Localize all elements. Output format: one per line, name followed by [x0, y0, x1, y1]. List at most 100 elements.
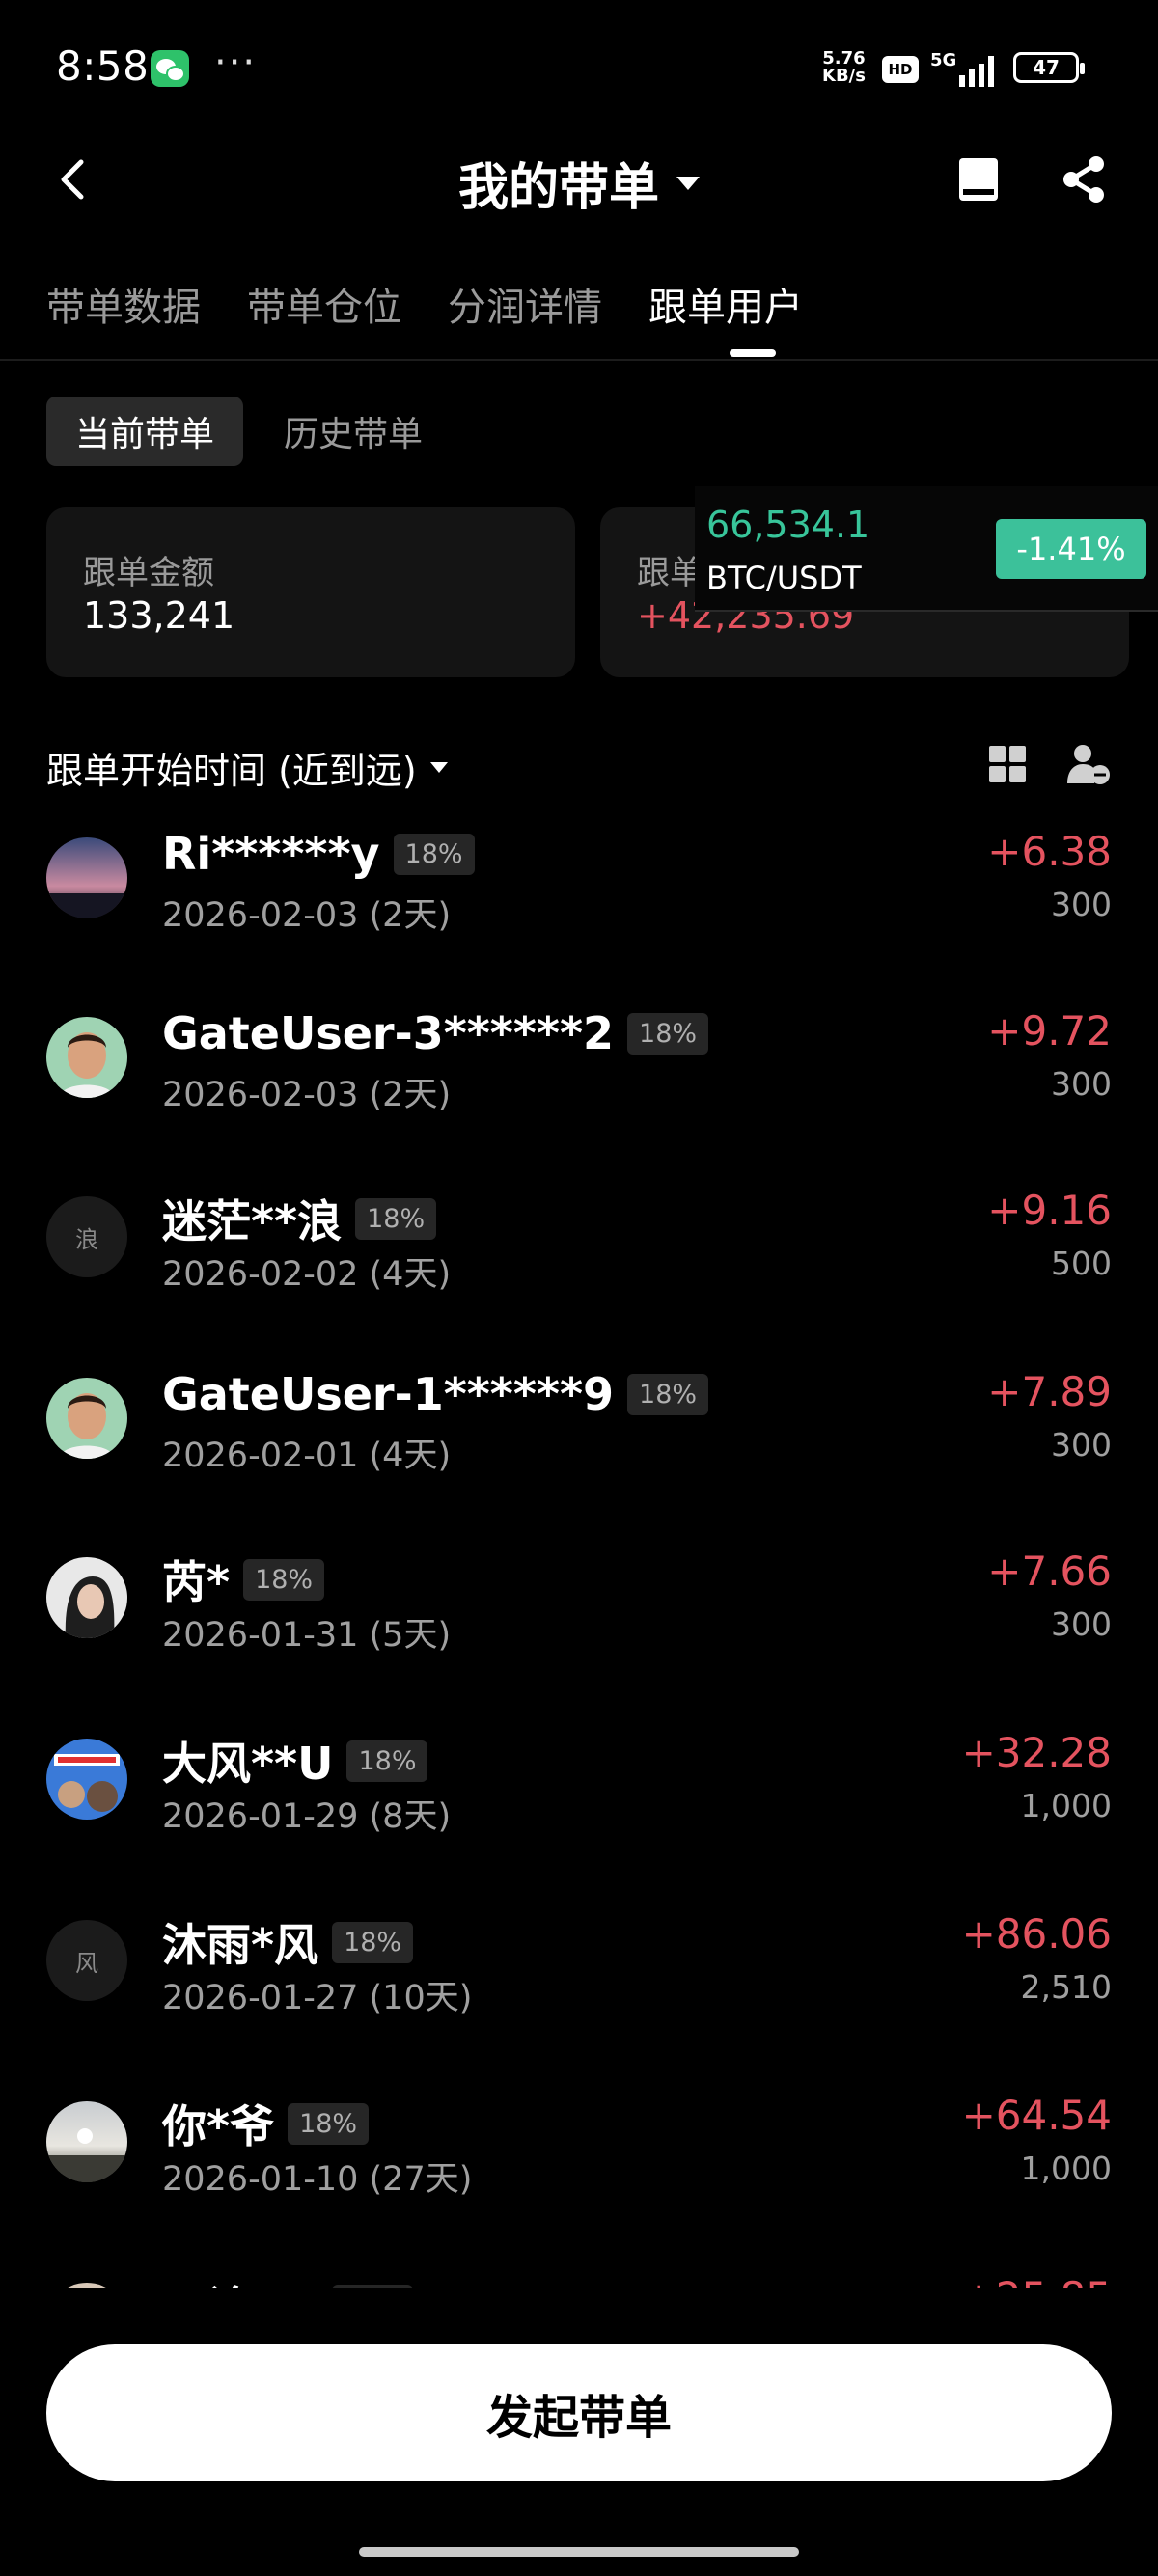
user-name: GateUser-1******9 18% [162, 1368, 709, 1420]
profit-share-badge: 18% [243, 1558, 325, 1601]
tab-positions[interactable]: 带单仓位 [247, 276, 401, 332]
guide-book-icon[interactable] [957, 156, 1000, 203]
user-avatar [46, 2101, 127, 2182]
user-amount: 300 [1051, 1426, 1112, 1464]
tab-trading-data[interactable]: 带单数据 [46, 276, 201, 332]
ticker-change-badge: -1.41% [996, 519, 1146, 579]
user-name: 芮* 18% [162, 1548, 325, 1611]
ticker-pair: BTC/USDT [706, 560, 862, 596]
remove-follower-icon[interactable] [1065, 743, 1112, 785]
user-pnl: +6.38 [987, 828, 1112, 875]
subtab-current[interactable]: 当前带单 [46, 397, 243, 466]
follow-date: 2026-02-03 (2天) [162, 1076, 452, 1114]
user-pnl: +9.16 [987, 1187, 1112, 1234]
user-avatar [46, 1017, 127, 1098]
sort-dropdown[interactable]: 跟单开始时间 (近到远) [46, 741, 448, 794]
subtab-history[interactable]: 历史带单 [284, 397, 423, 466]
user-amount: 300 [1051, 886, 1112, 923]
user-amount: 1,000 [1020, 2150, 1112, 2187]
profit-share-badge: 18% [346, 1740, 428, 1782]
start-copy-trading-button[interactable]: 发起带单 [46, 2344, 1112, 2481]
user-name-text: GateUser-1******9 [162, 1368, 615, 1420]
follow-date: 2026-02-01 (4天) [162, 1437, 452, 1475]
status-time: 8:58 [56, 42, 150, 90]
list-item[interactable]: Ri******y 18% 2026-02-03 (2天) +6.38 300 [0, 820, 1158, 1001]
user-name-text: Ri******y [162, 828, 380, 880]
user-name-text: 你*爷 [162, 2100, 275, 2152]
copy-amount-label: 跟单金额 [83, 554, 214, 592]
floating-price-ticker[interactable]: 66,534.1 BTC/USDT -1.41% [695, 486, 1158, 612]
active-tab-indicator [730, 349, 776, 357]
page-title-text: 我的带单 [457, 159, 659, 217]
sort-label: 跟单开始时间 (近到远) [46, 750, 417, 792]
user-avatar [46, 1557, 127, 1638]
list-item[interactable]: 大风**U 18% 2026-01-29 (8天) +32.28 1,000 [0, 1721, 1158, 1903]
main-tabs: 带单数据 带单仓位 分润详情 跟单用户 [46, 276, 803, 332]
copy-amount-value: 133,241 [83, 594, 235, 637]
user-name-text: 大风**U [162, 1738, 334, 1790]
user-name: 迷茫**浪 18% [162, 1187, 437, 1250]
profit-share-badge: 18% [627, 1012, 709, 1055]
follower-list: Ri******y 18% 2026-02-03 (2天) +6.38 300 … [0, 820, 1158, 2296]
user-name-text: 迷茫**浪 [162, 1195, 343, 1247]
user-avatar: 浪 [46, 1196, 127, 1277]
network-speed: 5.76 KB/s [822, 50, 866, 85]
follow-date: 2026-02-02 (4天) [162, 1255, 452, 1294]
user-pnl: +64.54 [961, 2092, 1112, 2139]
follow-date: 2026-02-03 (2天) [162, 896, 452, 935]
hd-voice-icon: HD [882, 56, 919, 83]
follow-date: 2026-01-31 (5天) [162, 1616, 452, 1655]
home-indicator[interactable] [359, 2547, 799, 2557]
title-dropdown-icon [676, 176, 700, 190]
user-amount: 1,000 [1020, 1787, 1112, 1824]
follow-date: 2026-01-29 (8天) [162, 1797, 452, 1836]
list-item[interactable]: 浪 迷茫**浪 18% 2026-02-02 (4天) +9.16 500 [0, 1179, 1158, 1360]
copy-amount-card: 跟单金额 133,241 [46, 507, 575, 677]
follow-date: 2026-01-10 (27天) [162, 2160, 473, 2199]
profit-share-badge: 18% [627, 1373, 709, 1415]
user-amount: 500 [1051, 1245, 1112, 1282]
list-item[interactable]: 你*爷 18% 2026-01-10 (27天) +64.54 1,000 [0, 2084, 1158, 2265]
user-name: GateUser-3******2 18% [162, 1007, 709, 1059]
user-name-text: 芮* [162, 1556, 231, 1608]
battery-icon: 47 [1013, 52, 1085, 83]
list-item[interactable]: 芮* 18% 2026-01-31 (5天) +7.66 300 [0, 1540, 1158, 1721]
list-item[interactable]: GateUser-1******9 18% 2026-02-01 (4天) +7… [0, 1360, 1158, 1542]
signal-strength-icon [959, 56, 994, 87]
bottom-bar-background [0, 2288, 1158, 2327]
wechat-notification-icon [151, 50, 189, 87]
user-pnl: +9.72 [987, 1007, 1112, 1055]
user-name: 大风**U 18% [162, 1729, 428, 1793]
user-name: Ri******y 18% [162, 828, 475, 880]
user-name: 沐雨*风 18% [162, 1910, 414, 1974]
user-amount: 300 [1051, 1065, 1112, 1103]
user-pnl: +32.28 [961, 1729, 1112, 1776]
list-item[interactable]: GateUser-3******2 18% 2026-02-03 (2天) +9… [0, 1000, 1158, 1181]
share-icon[interactable] [1060, 154, 1108, 205]
tab-followers[interactable]: 跟单用户 [648, 276, 803, 332]
user-name: 你*爷 18% [162, 2092, 370, 2155]
user-name-text: 沐雨*风 [162, 1919, 319, 1971]
more-notifications-icon: ··· [214, 41, 258, 85]
user-avatar [46, 837, 127, 918]
user-amount: 2,510 [1020, 1968, 1112, 2006]
user-amount: 300 [1051, 1605, 1112, 1643]
user-avatar [46, 1739, 127, 1820]
profit-share-badge: 18% [288, 2102, 370, 2145]
user-name-text: GateUser-3******2 [162, 1007, 615, 1059]
user-avatar: 风 [46, 1920, 127, 2001]
network-speed-unit: KB/s [822, 66, 866, 86]
profit-share-badge: 18% [332, 1921, 414, 1963]
grid-view-icon[interactable] [988, 745, 1027, 783]
user-pnl: +7.66 [987, 1548, 1112, 1595]
tab-profit-share[interactable]: 分润详情 [448, 276, 602, 332]
ticker-price: 66,534.1 [706, 504, 870, 546]
user-pnl: +86.06 [961, 1910, 1112, 1958]
list-item[interactable]: 风 沐雨*风 18% 2026-01-27 (10天) +86.06 2,510 [0, 1903, 1158, 2084]
profit-share-badge: 18% [355, 1197, 437, 1240]
tabs-divider [0, 359, 1158, 361]
user-pnl: +7.89 [987, 1368, 1112, 1415]
sort-caret-icon [429, 762, 448, 773]
user-avatar [46, 1378, 127, 1459]
follow-date: 2026-01-27 (10天) [162, 1979, 473, 2017]
